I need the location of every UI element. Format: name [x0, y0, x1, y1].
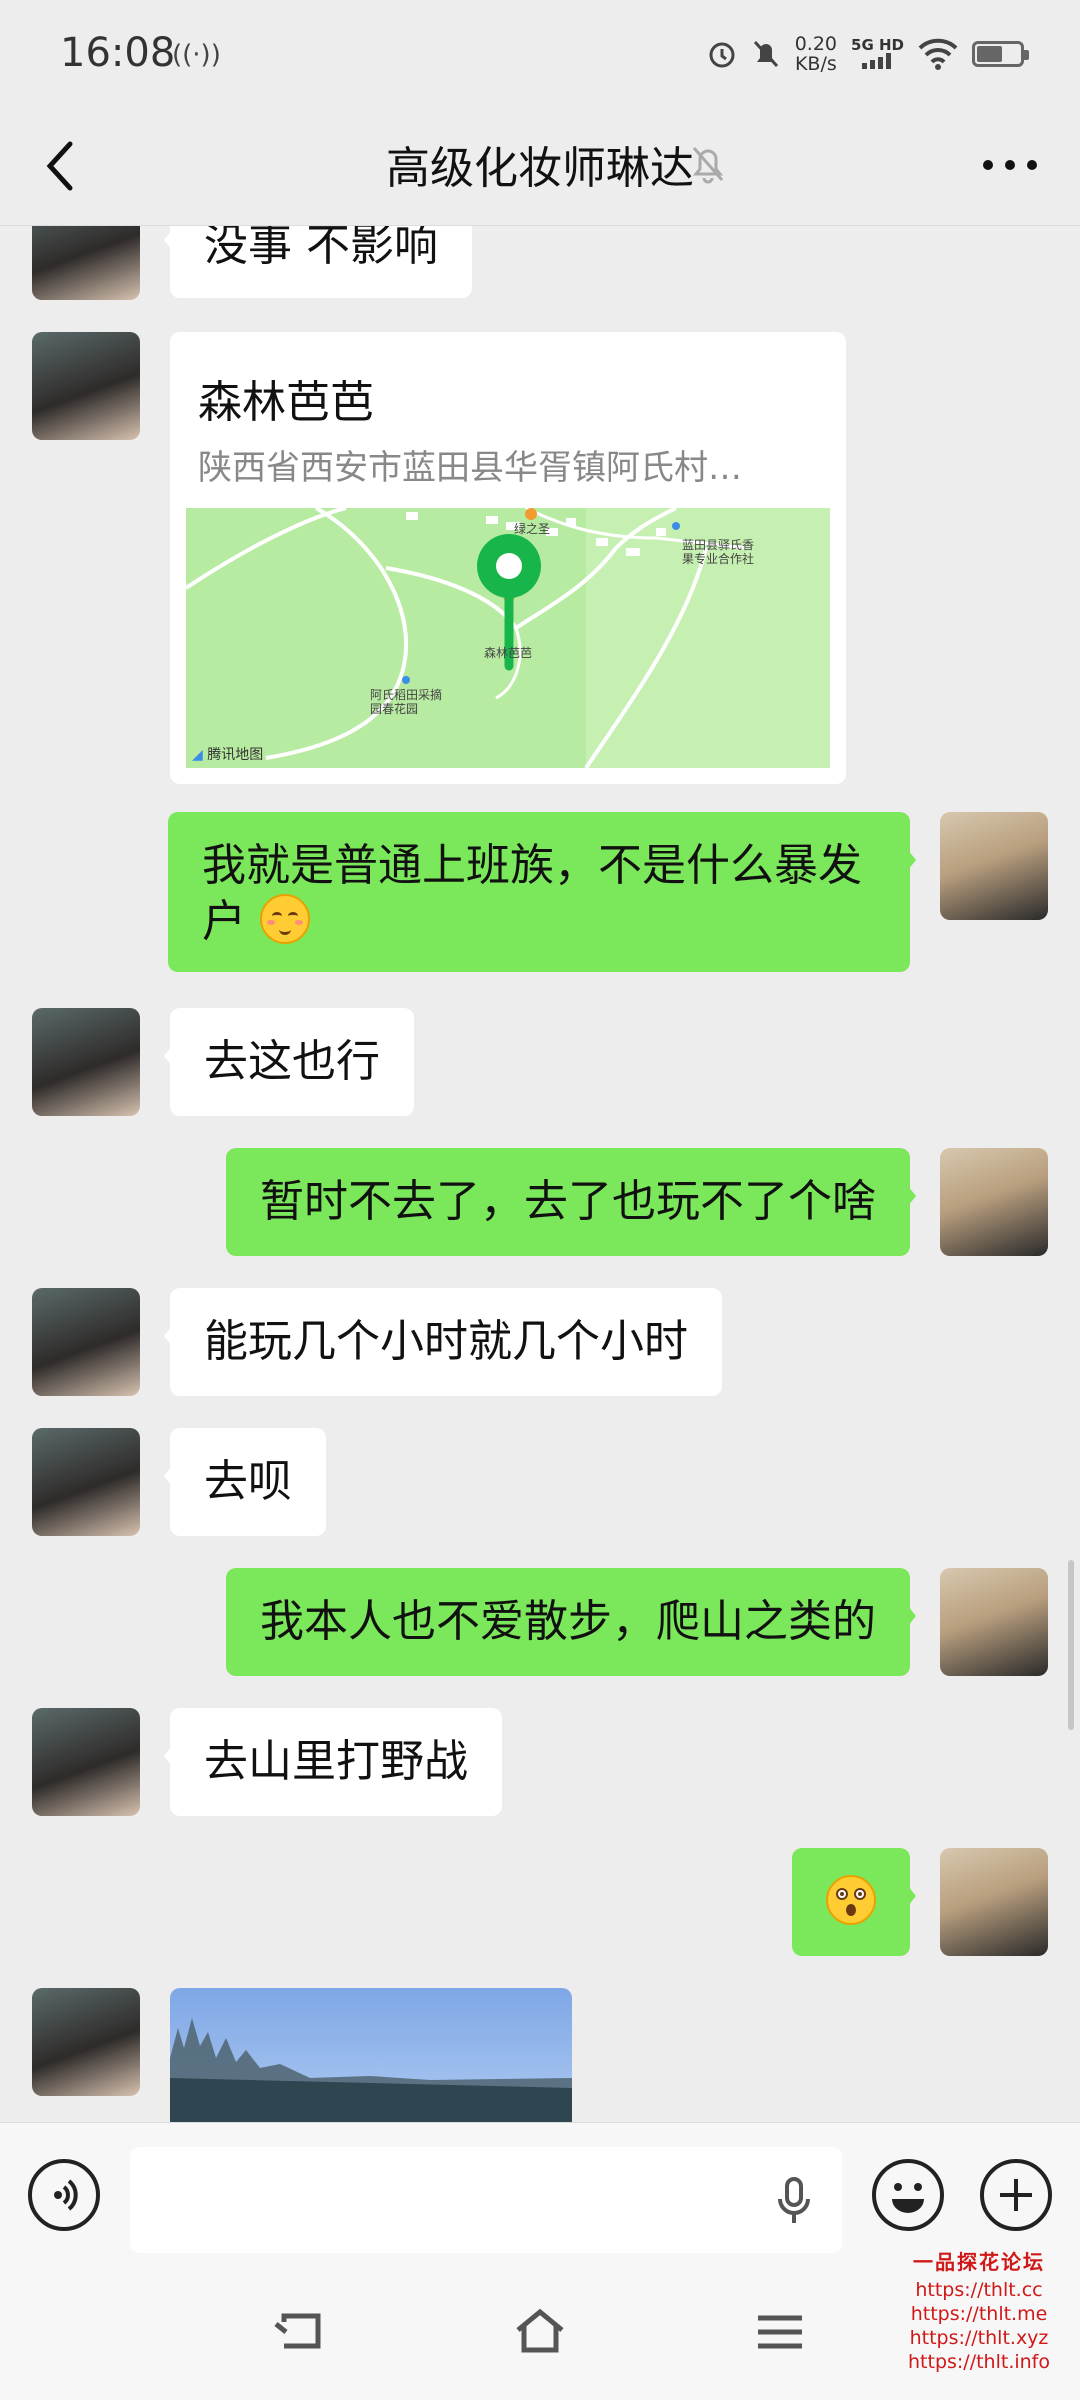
- map-provider-text: 腾讯地图: [207, 747, 264, 763]
- network-type: 5G HD: [851, 37, 904, 72]
- location-name: 森林芭芭: [198, 377, 374, 428]
- voice-icon: [54, 2179, 78, 2211]
- microphone-icon[interactable]: [774, 2175, 814, 2225]
- battery-icon: [972, 41, 1029, 67]
- input-bar: [0, 2122, 1080, 2263]
- add-more-button[interactable]: [980, 2159, 1052, 2231]
- message-bubble[interactable]: 去山里打野战: [164, 1708, 502, 1816]
- contact-avatar[interactable]: [32, 1288, 140, 1396]
- muted-bell-icon: [692, 147, 724, 184]
- recent-apps-nav-icon[interactable]: [750, 2302, 810, 2362]
- network-label: 5G HD: [851, 35, 904, 54]
- image-content: [170, 2018, 572, 2122]
- status-right: 0.20 KB/s 5G HD: [707, 34, 1029, 74]
- message-input[interactable]: [130, 2147, 842, 2253]
- contact-avatar[interactable]: [32, 1428, 140, 1536]
- message-list[interactable]: 没事 不影响 森林芭芭 陕西省西安市蓝田县华胥镇阿氏村… 绿之圣 蓝田县驿氏香果…: [0, 226, 1080, 2122]
- signal-broadcast-icon: ((·)): [172, 40, 221, 70]
- my-avatar[interactable]: [940, 1848, 1048, 1956]
- watermark-link: https://thlt.cc: [915, 2279, 1043, 2301]
- message-bubble[interactable]: 我就是普通上班族，不是什么暴发户: [168, 812, 916, 972]
- network-speed: 0.20 KB/s: [795, 34, 837, 74]
- my-avatar[interactable]: [940, 1148, 1048, 1256]
- battery-fill: [977, 46, 1003, 62]
- scrollbar[interactable]: [1068, 1560, 1074, 1730]
- watermark: 一品探花论坛 https://thlt.cc https://thlt.me h…: [908, 2250, 1050, 2374]
- emoji-button[interactable]: [872, 2159, 944, 2231]
- message-bubble[interactable]: 暂时不去了，去了也玩不了个啥: [226, 1148, 916, 1256]
- status-time: 16:08: [60, 30, 176, 76]
- map-label: 蓝田县驿氏香果专业合作社: [682, 538, 755, 566]
- watermark-link: https://thlt.info: [908, 2351, 1050, 2373]
- map-label: 阿氏稻田采摘园春花园: [370, 688, 443, 716]
- location-map[interactable]: 绿之圣 蓝田县驿氏香果专业合作社 森林芭芭 阿氏稻田采摘园春花园 ◢ 腾讯地图: [186, 508, 830, 768]
- location-address: 陕西省西安市蓝田县华胥镇阿氏村…: [198, 448, 742, 488]
- chat-header: 高级化妆师琳达: [0, 110, 1080, 226]
- contact-avatar[interactable]: [32, 226, 140, 300]
- location-card[interactable]: 森林芭芭 陕西省西安市蓝田县华胥镇阿氏村… 绿之圣 蓝田县驿氏香果专业合作社 森…: [170, 332, 846, 784]
- speed-value: 0.20: [794, 33, 838, 55]
- alarm-icon: [709, 42, 735, 68]
- message-bubble[interactable]: 我本人也不爱散步，爬山之类的: [226, 1568, 916, 1676]
- contact-avatar[interactable]: [32, 1708, 140, 1816]
- message-bubble[interactable]: 去呗: [164, 1428, 326, 1536]
- chat-title: 高级化妆师琳达: [386, 143, 694, 194]
- home-nav-icon[interactable]: [510, 2302, 570, 2362]
- voice-input-button[interactable]: [28, 2159, 100, 2231]
- smiley-icon: [892, 2183, 924, 2213]
- map-label: 绿之圣: [514, 522, 551, 536]
- map-provider-logo: ◢ 腾讯地图: [192, 744, 263, 764]
- wifi-icon: [918, 38, 958, 70]
- watermark-link: https://thlt.me: [910, 2303, 1048, 2325]
- message-bubble[interactable]: 能玩几个小时就几个小时: [164, 1288, 722, 1396]
- message-bubble[interactable]: 去这也行: [164, 1008, 414, 1116]
- watermark-link: https://thlt.xyz: [909, 2327, 1049, 2349]
- message-bubble[interactable]: [792, 1848, 916, 1956]
- watermark-title: 一品探花论坛: [913, 2250, 1045, 2274]
- contact-avatar[interactable]: [32, 1008, 140, 1116]
- map-label: 森林芭芭: [484, 646, 533, 660]
- image-message[interactable]: [170, 1988, 572, 2122]
- mute-bell-icon: [753, 40, 778, 68]
- contact-avatar[interactable]: [32, 1988, 140, 2096]
- my-avatar[interactable]: [940, 1568, 1048, 1676]
- map-logo-icon: ◢: [192, 747, 203, 763]
- blush-smile-emoji-icon: [260, 894, 310, 944]
- cell-signal-icon: [861, 52, 891, 69]
- message-bubble[interactable]: 没事 不影响: [164, 226, 472, 298]
- more-options-icon[interactable]: [980, 150, 1040, 180]
- contact-avatar[interactable]: [32, 332, 140, 440]
- back-nav-icon[interactable]: [270, 2302, 330, 2362]
- speed-unit: KB/s: [794, 53, 837, 75]
- plus-icon: [1000, 2179, 1032, 2211]
- status-bar: 16:08 ((·)) 0.20 KB/s 5G HD: [0, 0, 1080, 110]
- my-avatar[interactable]: [940, 812, 1048, 920]
- surprised-emoji-icon: [826, 1875, 876, 1925]
